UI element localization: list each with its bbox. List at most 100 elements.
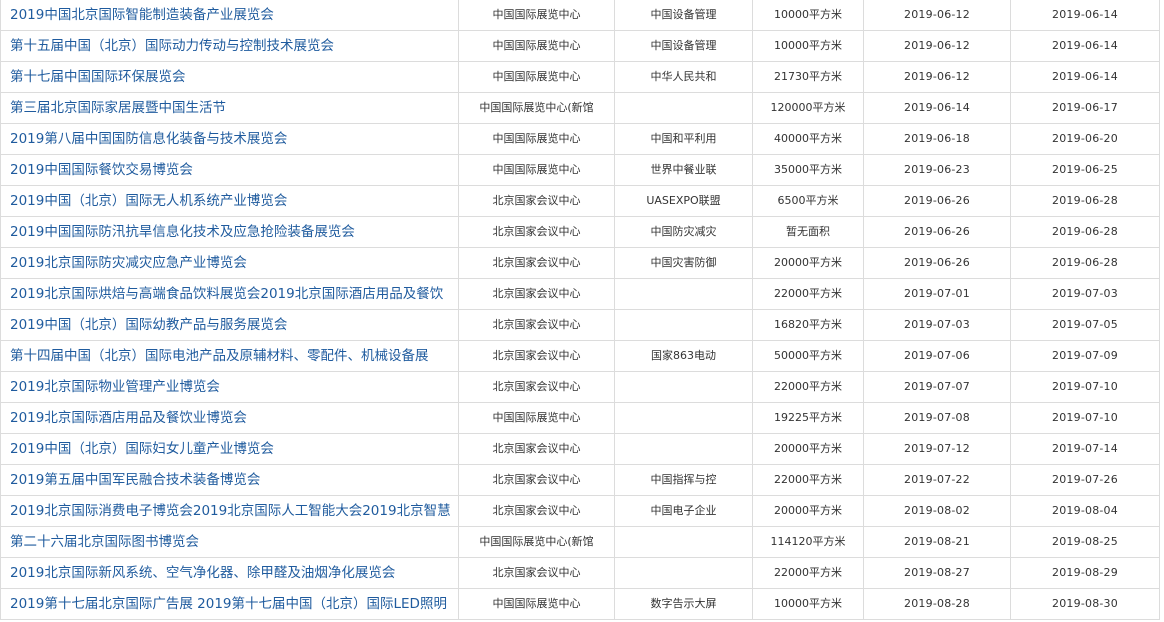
area-cell: 50000平方米 <box>752 340 864 372</box>
area-cell: 22000平方米 <box>752 464 864 496</box>
table-row: 2019第十七届北京国际广告展 2019第十七届中国（北京）国际LED照明 中国国… <box>0 588 1160 620</box>
organizer-cell <box>614 526 753 558</box>
venue-cell: 中国国际展览中心 <box>458 30 615 62</box>
exhibition-name-cell: 第二十六届北京国际图书博览会 <box>0 526 459 558</box>
end-date-cell: 2019-08-30 <box>1010 588 1160 620</box>
start-date-cell: 2019-06-23 <box>863 154 1011 186</box>
table-row: 第十五届中国（北京）国际动力传动与控制技术展览会 中国国际展览中心 中国设备管理 10… <box>0 30 1160 62</box>
exhibition-name-cell: 2019中国（北京）国际妇女儿童产业博览会 <box>0 433 459 465</box>
table-row: 2019中国国际防汛抗旱信息化技术及应急抢险装备展览会 北京国家会议中心 中国防灾减… <box>0 216 1160 248</box>
exhibition-link[interactable]: 第十四届中国（北京）国际电池产品及原辅材料、零配件、机械设备展 <box>10 348 429 364</box>
area-cell: 40000平方米 <box>752 123 864 155</box>
exhibition-name-cell: 2019北京国际酒店用品及餐饮业博览会 <box>0 402 459 434</box>
start-date-cell: 2019-07-03 <box>863 309 1011 341</box>
area-cell: 35000平方米 <box>752 154 864 186</box>
exhibition-name-cell: 2019中国（北京）国际幼教产品与服务展览会 <box>0 309 459 341</box>
start-date-cell: 2019-08-27 <box>863 557 1011 589</box>
start-date-cell: 2019-06-12 <box>863 30 1011 62</box>
venue-cell: 中国国际展览中心(新馆 <box>458 92 615 124</box>
table-row: 2019中国（北京）国际幼教产品与服务展览会 北京国家会议中心 16820平方米 20… <box>0 309 1160 341</box>
exhibition-link[interactable]: 2019中国（北京）国际妇女儿童产业博览会 <box>10 441 274 457</box>
exhibition-link[interactable]: 2019北京国际新风系统、空气净化器、除甲醛及油烟净化展览会 <box>10 565 395 581</box>
venue-cell: 中国国际展览中心 <box>458 61 615 93</box>
exhibition-link[interactable]: 2019北京国际消费电子博览会2019北京国际人工智能大会2019北京智慧 <box>10 503 451 519</box>
exhibition-link[interactable]: 第三届北京国际家居展暨中国生活节 <box>10 100 226 116</box>
exhibition-name-cell: 2019北京国际消费电子博览会2019北京国际人工智能大会2019北京智慧 <box>0 495 459 527</box>
area-cell: 20000平方米 <box>752 495 864 527</box>
exhibition-name-cell: 第十五届中国（北京）国际动力传动与控制技术展览会 <box>0 30 459 62</box>
table-row: 第三届北京国际家居展暨中国生活节 中国国际展览中心(新馆 120000平方米 2019… <box>0 92 1160 124</box>
table-row: 第十四届中国（北京）国际电池产品及原辅材料、零配件、机械设备展 北京国家会议中心国… <box>0 340 1160 372</box>
exhibition-link[interactable]: 2019中国（北京）国际无人机系统产业博览会 <box>10 193 287 209</box>
start-date-cell: 2019-06-12 <box>863 0 1011 31</box>
venue-cell: 北京国家会议中心 <box>458 247 615 279</box>
venue-cell: 北京国家会议中心 <box>458 433 615 465</box>
exhibition-link[interactable]: 2019中国国际餐饮交易博览会 <box>10 162 193 178</box>
venue-cell: 北京国家会议中心 <box>458 340 615 372</box>
table-row: 2019北京国际防灾减灾应急产业博览会 北京国家会议中心 中国灾害防御 20000平方… <box>0 247 1160 279</box>
organizer-cell: 国家863电动 <box>614 340 753 372</box>
end-date-cell: 2019-07-09 <box>1010 340 1160 372</box>
exhibition-table-body: 2019中国北京国际智能制造装备产业展览会 中国国际展览中心 中国设备管理 10000… <box>0 0 1160 620</box>
start-date-cell: 2019-08-02 <box>863 495 1011 527</box>
table-row: 2019第八届中国国防信息化装备与技术展览会 中国国际展览中心 中国和平利用 4000… <box>0 123 1160 155</box>
organizer-cell: 中国和平利用 <box>614 123 753 155</box>
start-date-cell: 2019-07-08 <box>863 402 1011 434</box>
table-row: 2019中国北京国际智能制造装备产业展览会 中国国际展览中心 中国设备管理 10000… <box>0 0 1160 31</box>
exhibition-link[interactable]: 2019北京国际物业管理产业博览会 <box>10 379 220 395</box>
exhibition-link[interactable]: 2019中国北京国际智能制造装备产业展览会 <box>10 7 274 23</box>
table-row: 2019中国（北京）国际妇女儿童产业博览会 北京国家会议中心 20000平方米 201… <box>0 433 1160 465</box>
area-cell: 22000平方米 <box>752 557 864 589</box>
end-date-cell: 2019-07-05 <box>1010 309 1160 341</box>
venue-cell: 中国国际展览中心 <box>458 123 615 155</box>
exhibition-link[interactable]: 2019第五届中国军民融合技术装备博览会 <box>10 472 260 488</box>
end-date-cell: 2019-07-14 <box>1010 433 1160 465</box>
table-row: 2019中国国际餐饮交易博览会 中国国际展览中心 世界中餐业联 35000平方米 201… <box>0 154 1160 186</box>
end-date-cell: 2019-07-10 <box>1010 402 1160 434</box>
organizer-cell: 世界中餐业联 <box>614 154 753 186</box>
table-row: 2019北京国际消费电子博览会2019北京国际人工智能大会2019北京智慧 北京国… <box>0 495 1160 527</box>
exhibition-link[interactable]: 2019北京国际酒店用品及餐饮业博览会 <box>10 410 247 426</box>
area-cell: 20000平方米 <box>752 433 864 465</box>
exhibition-name-cell: 2019第五届中国军民融合技术装备博览会 <box>0 464 459 496</box>
exhibition-link[interactable]: 2019中国（北京）国际幼教产品与服务展览会 <box>10 317 287 333</box>
organizer-cell <box>614 309 753 341</box>
start-date-cell: 2019-06-26 <box>863 216 1011 248</box>
end-date-cell: 2019-07-10 <box>1010 371 1160 403</box>
exhibition-link[interactable]: 2019第十七届北京国际广告展 2019第十七届中国（北京）国际LED照明 <box>10 596 447 612</box>
start-date-cell: 2019-08-28 <box>863 588 1011 620</box>
end-date-cell: 2019-06-14 <box>1010 30 1160 62</box>
start-date-cell: 2019-07-12 <box>863 433 1011 465</box>
organizer-cell: 中华人民共和 <box>614 61 753 93</box>
exhibition-link[interactable]: 第十五届中国（北京）国际动力传动与控制技术展览会 <box>10 38 334 54</box>
table-row: 第十七届中国国际环保展览会 中国国际展览中心 中华人民共和 21730平方米 2019-… <box>0 61 1160 93</box>
end-date-cell: 2019-06-28 <box>1010 185 1160 217</box>
end-date-cell: 2019-06-14 <box>1010 0 1160 31</box>
area-cell: 10000平方米 <box>752 0 864 31</box>
venue-cell: 北京国家会议中心 <box>458 185 615 217</box>
organizer-cell: 中国防灾减灾 <box>614 216 753 248</box>
venue-cell: 北京国家会议中心 <box>458 557 615 589</box>
exhibition-link[interactable]: 2019北京国际烘焙与高端食品饮料展览会2019北京国际酒店用品及餐饮 <box>10 286 443 302</box>
exhibition-link[interactable]: 2019中国国际防汛抗旱信息化技术及应急抢险装备展览会 <box>10 224 355 240</box>
organizer-cell: 中国设备管理 <box>614 0 753 31</box>
venue-cell: 北京国家会议中心 <box>458 216 615 248</box>
end-date-cell: 2019-06-28 <box>1010 216 1160 248</box>
end-date-cell: 2019-06-17 <box>1010 92 1160 124</box>
exhibition-name-cell: 2019中国国际防汛抗旱信息化技术及应急抢险装备展览会 <box>0 216 459 248</box>
table-row: 2019中国（北京）国际无人机系统产业博览会 北京国家会议中心 UASEXPO联盟 6… <box>0 185 1160 217</box>
exhibition-link[interactable]: 2019第八届中国国防信息化装备与技术展览会 <box>10 131 287 147</box>
venue-cell: 中国国际展览中心(新馆 <box>458 526 615 558</box>
venue-cell: 北京国家会议中心 <box>458 495 615 527</box>
exhibition-table: 2019中国北京国际智能制造装备产业展览会 中国国际展览中心 中国设备管理 10000… <box>0 0 1160 620</box>
exhibition-name-cell: 第三届北京国际家居展暨中国生活节 <box>0 92 459 124</box>
exhibition-name-cell: 2019中国（北京）国际无人机系统产业博览会 <box>0 185 459 217</box>
exhibition-name-cell: 2019北京国际新风系统、空气净化器、除甲醛及油烟净化展览会 <box>0 557 459 589</box>
area-cell: 19225平方米 <box>752 402 864 434</box>
exhibition-link[interactable]: 2019北京国际防灾减灾应急产业博览会 <box>10 255 247 271</box>
exhibition-link[interactable]: 第十七届中国国际环保展览会 <box>10 69 186 85</box>
start-date-cell: 2019-07-06 <box>863 340 1011 372</box>
area-cell: 16820平方米 <box>752 309 864 341</box>
exhibition-link[interactable]: 第二十六届北京国际图书博览会 <box>10 534 199 550</box>
venue-cell: 北京国家会议中心 <box>458 371 615 403</box>
